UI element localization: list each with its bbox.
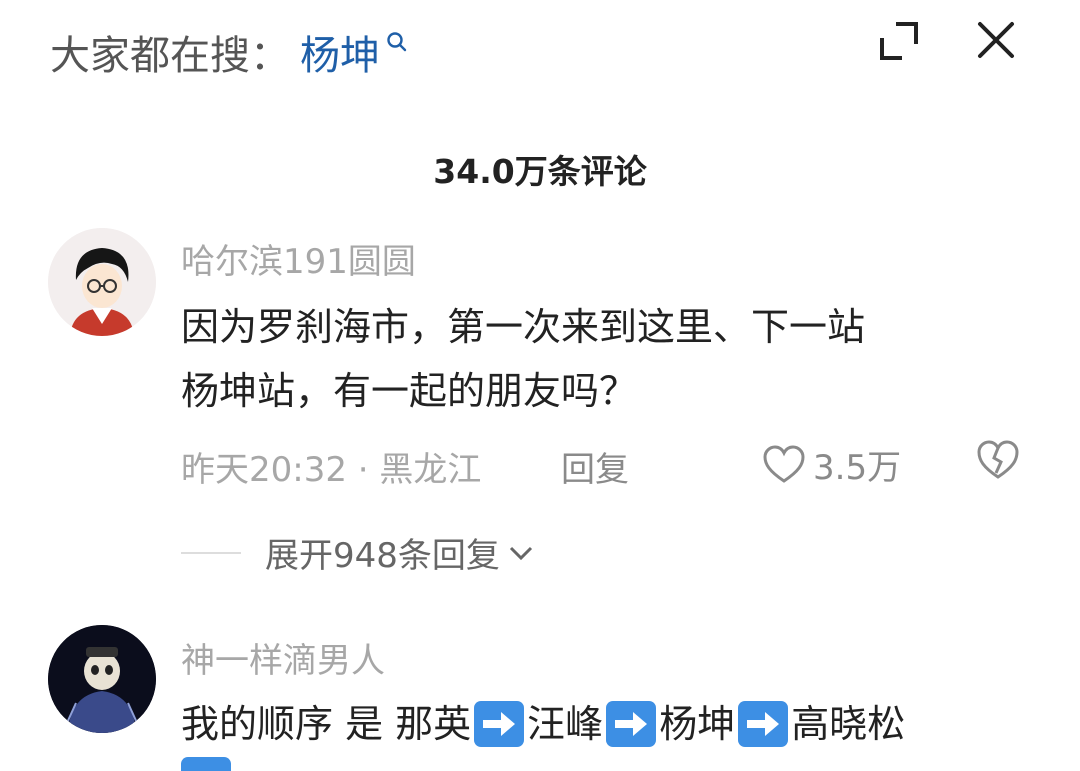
comment-count-title: 34.0万条评论 xyxy=(433,152,647,191)
arrow-right-emoji xyxy=(738,700,789,747)
avatar-image xyxy=(48,228,156,336)
comment-segment: 汪峰 xyxy=(527,702,604,746)
expand-replies-label: 展开948条回复 xyxy=(265,536,500,576)
broken-heart-icon[interactable] xyxy=(976,440,1020,484)
avatar[interactable] xyxy=(48,625,156,733)
comment-segment: 我的顺序 是 那英 xyxy=(181,702,472,746)
avatar[interactable] xyxy=(48,228,156,336)
trending-search-hint[interactable]: 大家都在搜： 杨坤 xyxy=(50,23,408,81)
search-prefix-label: 大家都在搜： xyxy=(50,33,290,79)
expand-icon[interactable] xyxy=(878,20,920,62)
arrow-right-emoji xyxy=(474,700,525,747)
reply-button[interactable]: 回复 xyxy=(561,442,629,491)
comment-username[interactable]: 神一样滴男人 xyxy=(181,633,385,682)
chevron-down-icon xyxy=(509,546,532,560)
arrow-right-emoji-partial xyxy=(181,757,231,771)
search-icon xyxy=(386,31,408,53)
close-icon[interactable] xyxy=(976,20,1016,60)
comments-panel: 大家都在搜： 杨坤 34.0万条评论 哈尔滨191圆圆 因为罗刹海市，第一次来到… xyxy=(0,0,1080,771)
divider-line xyxy=(181,551,241,554)
comment-text-line: 杨坤站，有一起的朋友吗？ xyxy=(181,369,638,413)
expand-replies-button[interactable]: 展开948条回复 xyxy=(181,528,536,577)
like-count: 3.5万 xyxy=(813,448,902,488)
comment-time-location: 昨天20:32 · 黑龙江 xyxy=(181,450,482,490)
avatar-image xyxy=(48,625,156,733)
comment-segment: 高晓松 xyxy=(791,702,906,746)
comment-segment: 杨坤 xyxy=(659,702,736,746)
arrow-right-emoji xyxy=(181,757,231,771)
comment-text-line: 因为罗刹海市，第一次来到这里、下一站 xyxy=(181,305,866,349)
heart-icon xyxy=(763,444,805,483)
arrow-right-emoji xyxy=(606,700,657,747)
comment-text-line: 我的顺序 是 那英 汪峰 杨坤 高晓松 xyxy=(181,692,905,756)
comment-username[interactable]: 哈尔滨191圆圆 xyxy=(181,234,416,283)
like-button[interactable]: 3.5万 xyxy=(763,440,901,489)
search-keyword-link[interactable]: 杨坤 xyxy=(300,23,380,81)
